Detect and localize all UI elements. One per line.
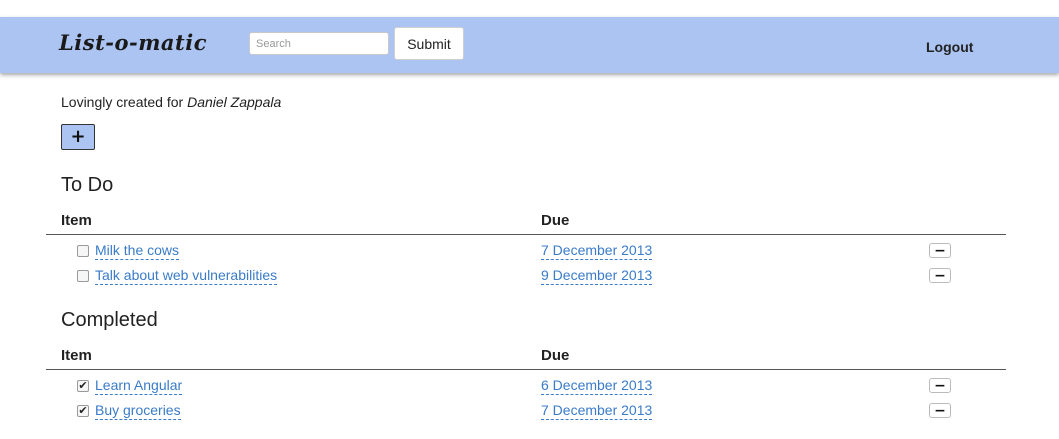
completed-row: ✔ Learn Angular 6 December 2013 −: [0, 376, 1059, 398]
todo-col-due: Due: [541, 212, 570, 229]
search-input[interactable]: [249, 32, 389, 55]
todo-section-title: To Do: [61, 174, 114, 196]
completed-item-link[interactable]: Buy groceries: [95, 401, 181, 420]
todo-due-link[interactable]: 7 December 2013: [541, 241, 653, 260]
delete-button[interactable]: −: [929, 378, 951, 393]
todo-item-link[interactable]: Milk the cows: [95, 241, 180, 260]
todo-col-item: Item: [61, 212, 92, 229]
completed-col-due: Due: [541, 347, 570, 364]
completed-due-link[interactable]: 7 December 2013: [541, 401, 653, 420]
todo-due-link[interactable]: 9 December 2013: [541, 266, 653, 285]
completed-divider: [46, 369, 1006, 370]
todo-row: Milk the cows 7 December 2013 −: [0, 241, 1059, 263]
delete-button[interactable]: −: [929, 403, 951, 418]
created-user: Daniel Zappala: [187, 94, 282, 110]
submit-button[interactable]: Submit: [394, 27, 464, 60]
completed-due-link[interactable]: 6 December 2013: [541, 376, 653, 395]
todo-divider: [46, 234, 1006, 235]
completed-section-title: Completed: [61, 309, 158, 331]
completed-item-link[interactable]: Learn Angular: [95, 376, 183, 395]
delete-button[interactable]: −: [929, 268, 951, 283]
completed-checkbox[interactable]: ✔: [77, 405, 89, 417]
todo-checkbox[interactable]: [77, 270, 89, 282]
delete-button[interactable]: −: [929, 243, 951, 258]
created-prefix: Lovingly created for: [61, 94, 188, 110]
add-item-button[interactable]: +: [61, 124, 95, 150]
completed-row: ✔ Buy groceries 7 December 2013 −: [0, 401, 1059, 423]
logout-link[interactable]: Logout: [926, 39, 973, 55]
created-for-text: Lovingly created for Daniel Zappala: [61, 94, 281, 110]
navbar: List-o-matic Submit Logout: [0, 17, 1059, 73]
todo-checkbox[interactable]: [77, 245, 89, 257]
completed-col-item: Item: [61, 347, 92, 364]
completed-checkbox[interactable]: ✔: [77, 380, 89, 392]
brand-logo[interactable]: List-o-matic: [59, 30, 207, 55]
todo-row: Talk about web vulnerabilities 9 Decembe…: [0, 266, 1059, 288]
todo-item-link[interactable]: Talk about web vulnerabilities: [95, 266, 278, 285]
